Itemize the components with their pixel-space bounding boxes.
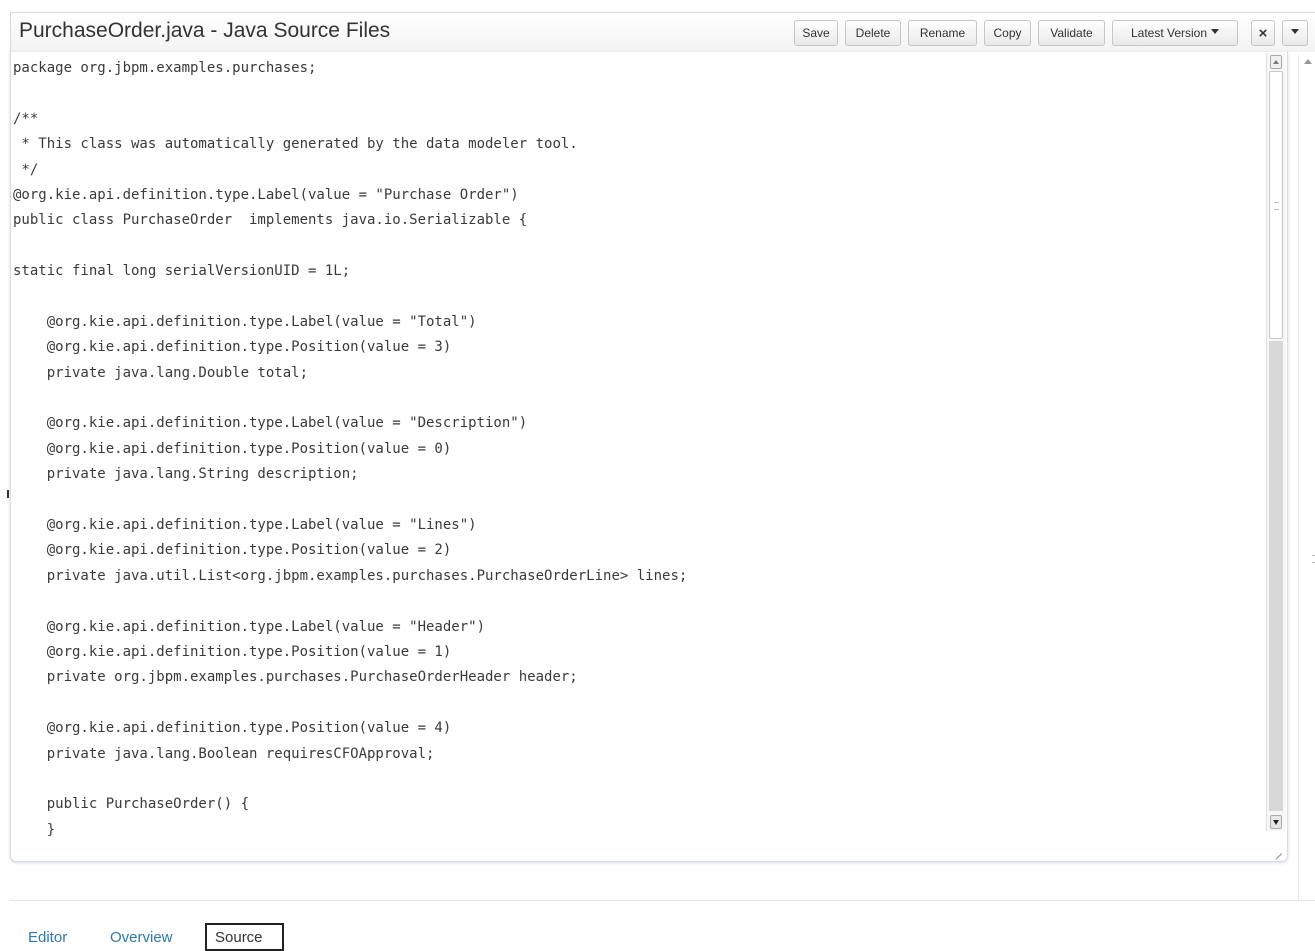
caret-down-icon — [1211, 29, 1220, 34]
code-line[interactable] — [13, 691, 687, 716]
resize-grip-icon[interactable] — [1270, 842, 1284, 856]
scrollbar-track[interactable] — [1269, 341, 1283, 811]
caret-down-icon — [1291, 29, 1299, 34]
scrollbar-thumb[interactable] — [1269, 71, 1283, 339]
code-line[interactable] — [13, 589, 687, 614]
code-line[interactable]: @org.kie.api.definition.type.Label(value… — [13, 411, 687, 436]
editor-window: PurchaseOrder.java - Java Source Files S… — [0, 0, 1315, 951]
code-line[interactable]: private java.lang.String description; — [13, 462, 687, 487]
source-editor[interactable]: package org.jbpm.examples.purchases; /**… — [10, 52, 1288, 862]
title-bar: PurchaseOrder.java - Java Source Files S… — [10, 12, 1315, 52]
tab-overview[interactable]: Overview — [110, 923, 173, 951]
page-scrollbar[interactable] — [1298, 55, 1315, 949]
code-line[interactable]: public class PurchaseOrder implements ja… — [13, 208, 687, 233]
tab-editor[interactable]: Editor — [28, 923, 67, 951]
code-line[interactable]: private java.lang.Double total; — [13, 361, 687, 386]
code-line[interactable]: /** — [13, 107, 687, 132]
code-line[interactable]: @org.kie.api.definition.type.Label(value… — [13, 310, 687, 335]
code-line[interactable]: static final long serialVersionUID = 1L; — [13, 259, 687, 284]
latest-version-dropdown[interactable]: Latest Version — [1112, 20, 1238, 46]
source-code[interactable]: package org.jbpm.examples.purchases; /**… — [13, 56, 687, 843]
code-line[interactable]: @org.kie.api.definition.type.Label(value… — [13, 183, 687, 208]
scroll-up-icon[interactable] — [1303, 57, 1313, 67]
code-line[interactable] — [13, 285, 687, 310]
code-line[interactable] — [13, 234, 687, 259]
tab-source[interactable]: Source — [205, 923, 284, 951]
code-line[interactable]: } — [13, 818, 687, 843]
code-line[interactable] — [13, 81, 687, 106]
code-line[interactable]: private java.lang.Boolean requiresCFOApp… — [13, 742, 687, 767]
menu-dropdown[interactable] — [1282, 20, 1308, 46]
code-line[interactable]: @org.kie.api.definition.type.Position(va… — [13, 716, 687, 741]
code-line[interactable]: @org.kie.api.definition.type.Position(va… — [13, 437, 687, 462]
latest-version-label: Latest Version — [1130, 26, 1208, 40]
page-title: PurchaseOrder.java - Java Source Files — [19, 19, 391, 42]
code-line[interactable]: */ — [13, 158, 687, 183]
code-line[interactable] — [13, 767, 687, 792]
save-button[interactable]: Save — [794, 20, 838, 46]
scroll-up-icon[interactable] — [1270, 55, 1282, 69]
editor-scrollbar[interactable] — [1266, 53, 1286, 831]
code-line[interactable]: private org.jbpm.examples.purchases.Purc… — [13, 665, 687, 690]
code-line[interactable]: public PurchaseOrder() { — [13, 792, 687, 817]
code-line[interactable]: package org.jbpm.examples.purchases; — [13, 56, 687, 81]
splitter-handle[interactable] — [7, 490, 9, 498]
code-line[interactable]: @org.kie.api.definition.type.Label(value… — [13, 615, 687, 640]
copy-button[interactable]: Copy — [984, 20, 1031, 46]
code-line[interactable]: @org.kie.api.definition.type.Position(va… — [13, 538, 687, 563]
grip-icon — [1274, 202, 1279, 210]
tab-bar: Editor Overview Source — [10, 900, 1315, 951]
code-line[interactable]: @org.kie.api.definition.type.Position(va… — [13, 640, 687, 665]
validate-button[interactable]: Validate — [1038, 20, 1105, 46]
code-line[interactable]: @org.kie.api.definition.type.Label(value… — [13, 513, 687, 538]
close-icon[interactable]: × — [1251, 20, 1275, 46]
code-line[interactable] — [13, 386, 687, 411]
scroll-down-icon[interactable] — [1270, 815, 1282, 829]
code-line[interactable]: * This class was automatically generated… — [13, 132, 687, 157]
delete-button[interactable]: Delete — [845, 20, 901, 46]
code-line[interactable]: @org.kie.api.definition.type.Position(va… — [13, 335, 687, 360]
code-line[interactable] — [13, 488, 687, 513]
rename-button[interactable]: Rename — [908, 20, 977, 46]
code-line[interactable]: private java.util.List<org.jbpm.examples… — [13, 564, 688, 589]
